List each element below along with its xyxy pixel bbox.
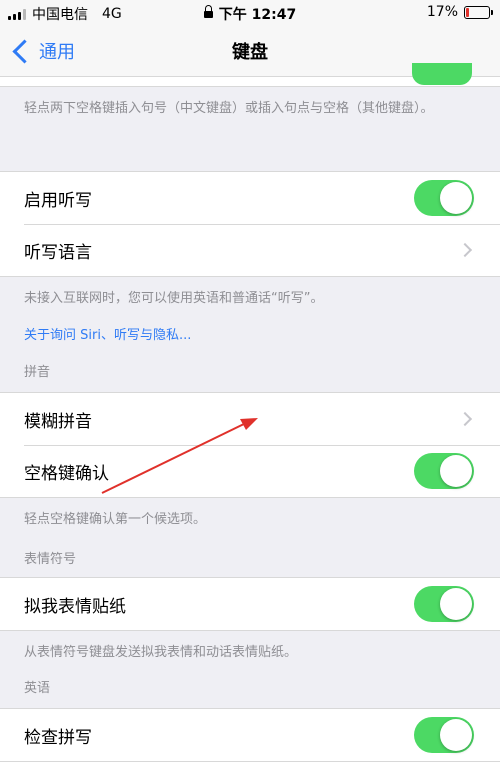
status-bar: 中国电信 4G 下午 12:47 17%: [0, 0, 500, 26]
period-shortcut-footer: 轻点两下空格键插入句号（中文键盘）或插入句点与空格（其他键盘）。: [24, 101, 434, 116]
pinyin-section-header: 拼音: [24, 365, 51, 380]
dictation-language-cell[interactable]: 听写语言: [0, 224, 500, 276]
previous-group-edge: [0, 63, 500, 87]
memoji-stickers-label: 拟我表情贴纸: [24, 596, 126, 617]
memoji-stickers-toggle[interactable]: [414, 586, 474, 622]
chevron-right-icon: [457, 411, 473, 427]
battery-fill: [466, 7, 469, 17]
status-center: 下午 12:47: [0, 4, 500, 24]
status-right: 17%: [426, 4, 493, 20]
fuzzy-pinyin-cell[interactable]: 模糊拼音: [0, 393, 500, 445]
enable-dictation-label: 启用听写: [24, 190, 92, 211]
settings-list: 轻点两下空格键插入句号（中文键盘）或插入句点与空格（其他键盘）。 启用听写 听写…: [0, 63, 500, 762]
enable-dictation-toggle[interactable]: [414, 180, 474, 216]
enable-dictation-cell[interactable]: 启用听写: [0, 172, 500, 224]
fuzzy-pinyin-label: 模糊拼音: [24, 411, 92, 432]
emoji-group: 拟我表情贴纸: [0, 577, 500, 631]
english-group: 检查拼写: [0, 708, 500, 762]
dictation-group: 启用听写 听写语言: [0, 171, 500, 277]
english-section-header: 英语: [24, 681, 51, 696]
space-confirm-cell[interactable]: 空格键确认: [0, 445, 500, 497]
pinyin-group: 模糊拼音 空格键确认: [0, 392, 500, 498]
status-time: 下午 12:47: [218, 7, 297, 23]
memoji-stickers-cell[interactable]: 拟我表情贴纸: [0, 578, 500, 630]
siri-privacy-link[interactable]: 关于询问 Siri、听写与隐私...: [0, 308, 500, 343]
check-spelling-toggle[interactable]: [414, 717, 474, 753]
space-confirm-toggle[interactable]: [414, 453, 474, 489]
memoji-footer: 从表情符号键盘发送拟我表情和动话表情贴纸。: [24, 645, 298, 660]
chevron-right-icon: [457, 242, 473, 258]
page-title: 键盘: [232, 42, 268, 63]
space-confirm-label: 空格键确认: [24, 463, 109, 484]
dictation-language-label: 听写语言: [24, 242, 92, 263]
check-spelling-cell[interactable]: 检查拼写: [0, 709, 500, 761]
emoji-section-header: 表情符号: [24, 552, 77, 567]
toggle-partial[interactable]: [412, 63, 472, 85]
lock-icon: [203, 5, 213, 18]
battery-icon: [464, 5, 493, 19]
check-spelling-label: 检查拼写: [24, 727, 92, 748]
dictation-footer: 未接入互联网时，您可以使用英语和普通话“听写”。: [24, 291, 324, 306]
space-confirm-footer: 轻点空格键确认第一个候选项。: [24, 512, 207, 527]
battery-percent: 17%: [426, 4, 458, 20]
